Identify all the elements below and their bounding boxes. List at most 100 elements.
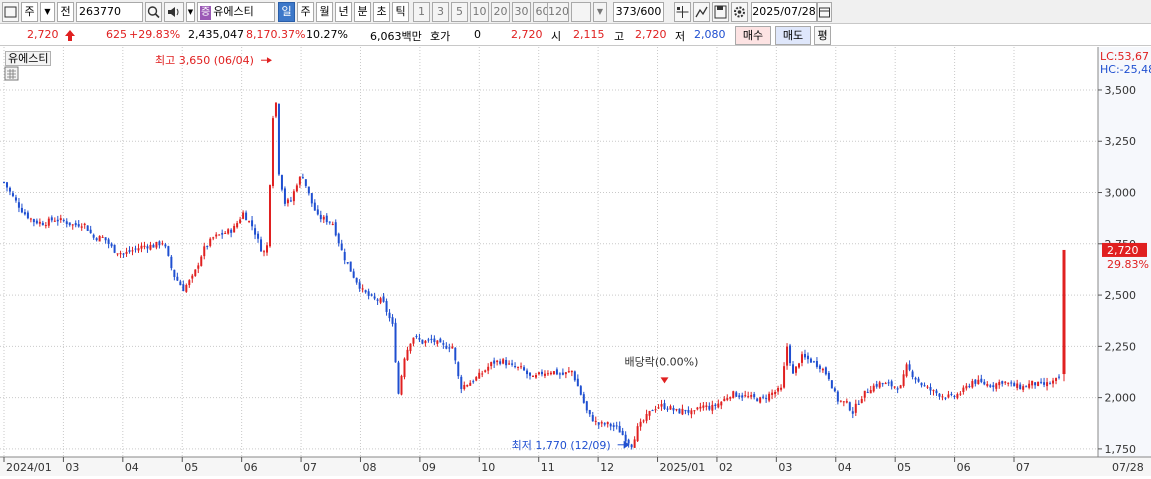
candle-body [71,224,74,226]
candle-body [977,379,980,385]
candle-body [654,409,657,411]
y-tick-label: 2,000 [1105,392,1137,405]
candle-body [448,347,451,349]
x-tick-label: 09 [422,461,436,474]
code-input[interactable]: 263770 [76,2,143,22]
candle-body [627,439,630,444]
grid-table-icon[interactable] [4,66,19,81]
minute-1-button[interactable]: 1 [413,2,430,22]
minute-30-button[interactable]: 30 [512,2,531,22]
save-icon[interactable] [712,2,729,22]
x-tick-label: 08 [362,461,376,474]
price-chart[interactable]: 최고 3,650 (06/04) 최저 1,770 (12/09) 배당락(0.00… [0,47,1151,476]
candle-body [612,425,615,427]
candlestick-chart[interactable]: 최고 3,650 (06/04) 최저 1,770 (12/09) 배당락(0.00… [0,47,1151,476]
candle-body [394,322,397,363]
minute-5-button[interactable]: 5 [451,2,468,22]
date-input[interactable]: 2025/07/28 [751,2,817,22]
period-month-tab[interactable]: 월 [316,2,333,22]
minute-20-button[interactable]: 20 [491,2,510,22]
candle-body [35,220,38,224]
candle-body [493,360,496,364]
candle-body [800,354,803,363]
candle-body [233,225,236,233]
candle-body [424,340,427,344]
stock-name-field[interactable]: 증 유에스티 [197,2,275,22]
plot-area[interactable] [0,47,1098,457]
candle-body [564,372,567,375]
candle-body [579,386,582,395]
speaker-icon[interactable] [164,2,184,22]
period-minute-tab[interactable]: 분 [354,2,371,22]
buy-button[interactable]: 매수 [735,26,771,45]
candle-body [3,182,5,184]
avg-button[interactable]: 평 [814,26,831,45]
market-dropdown[interactable]: ▼ [40,2,55,22]
candle-body [68,222,71,226]
period-week-tab[interactable]: 주 [297,2,314,22]
candle-body [965,385,968,389]
candle-body [642,420,645,422]
crosshair-icon[interactable] [674,2,691,22]
candle-body [995,383,998,389]
candle-body [466,384,469,387]
candle-body [289,200,292,202]
window-icon[interactable] [2,2,19,22]
candle-body [496,360,499,363]
time-axis-panel [0,457,1151,476]
candle-body [14,197,17,201]
interval-dropdown[interactable]: ▼ [593,2,607,22]
candle-body [621,430,624,436]
candle-body [597,422,600,425]
candle-body [660,404,663,407]
candle-body [780,387,783,390]
sell-button[interactable]: 매도 [775,26,811,45]
period-tick-tab[interactable]: 틱 [392,2,409,22]
low-price: 2,080 [694,28,726,41]
candle-body [65,221,68,225]
stock-name: 유에스티 [213,5,254,18]
candle-body [908,364,911,370]
period-year-tab[interactable]: 년 [335,2,352,22]
data-count-field[interactable]: 373/600 [613,2,664,22]
calendar-icon[interactable] [817,2,832,22]
speaker-dropdown[interactable]: ▼ [186,2,195,22]
candle-body [502,359,505,364]
candle-body [555,369,558,375]
candle-body [720,401,723,406]
candle-body [1010,382,1013,384]
minute-120-button[interactable]: 120 [547,2,569,22]
candle-body [248,220,251,222]
candle-body [729,397,732,399]
candle-body [526,370,529,375]
candle-body [603,423,606,425]
candle-body [920,382,923,386]
interval-input[interactable] [571,2,591,22]
search-icon[interactable] [145,2,162,22]
candle-body [254,228,257,235]
drawing-tool-icon[interactable] [693,2,710,22]
candle-body [373,296,376,299]
candle-body [618,425,621,433]
candle-body [851,411,854,414]
candle-body [263,251,266,253]
minute-3-button[interactable]: 3 [432,2,449,22]
gear-icon[interactable] [731,2,748,22]
minute-10-button[interactable]: 10 [470,2,489,22]
candle-body [941,396,944,398]
candle-body [827,372,830,380]
x-tick-label: 05 [184,461,198,474]
candle-body [633,439,636,448]
candle-body [872,385,875,392]
period-second-tab[interactable]: 초 [373,2,390,22]
up-arrow-icon [65,30,75,41]
prev-button[interactable]: 전 [57,2,74,22]
period-day-tab[interactable]: 일 [278,2,295,22]
candle-body [615,425,618,427]
candle-body [364,290,367,293]
candle-body [505,359,508,366]
low-label: 저 [675,30,686,43]
market-select[interactable]: 주 [21,2,38,22]
chart-title-tag[interactable]: 유에스티 [5,51,52,66]
candle-body [690,410,693,415]
